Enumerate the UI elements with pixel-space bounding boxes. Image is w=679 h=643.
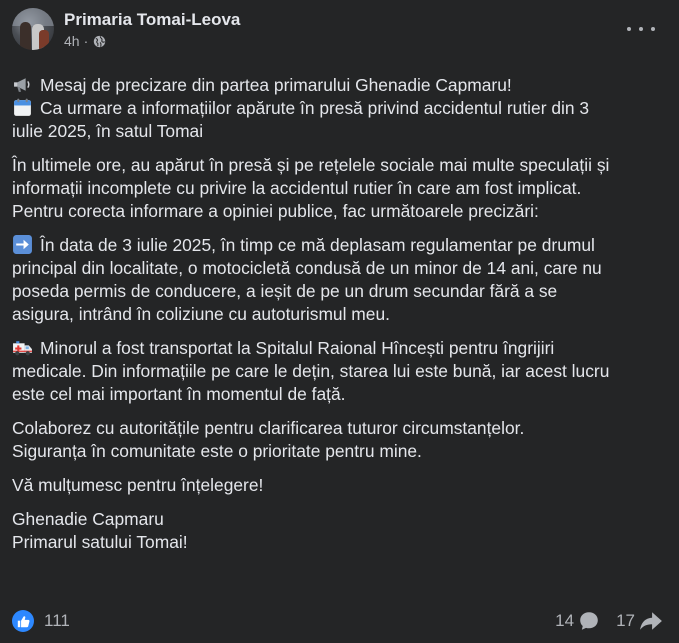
p2-line-4: asigura, intrând în coliziune cu autotur…: [12, 304, 390, 324]
signature-name: Ghenadie Capmaru: [12, 509, 164, 529]
engagement-stats: 14 17: [555, 610, 663, 632]
intro-line-1: Mesaj de precizare din partea primarului…: [40, 75, 512, 95]
comments-stat[interactable]: 14: [555, 610, 600, 632]
paragraph-signature: Ghenadie Capmaru Primarul satului Tomai!: [12, 508, 672, 554]
post-footer: 111 14 17: [12, 608, 663, 634]
separator: ·: [83, 33, 89, 49]
reaction-count[interactable]: 111: [44, 611, 70, 631]
p2-line-3: poseda permis de conducere, a ieșit de p…: [12, 281, 558, 301]
p1-line-2: informații incomplete cu privire la acci…: [12, 178, 582, 198]
p2-line-2: principal din localitate, o motocicletă …: [12, 258, 602, 278]
shares-stat[interactable]: 17: [616, 610, 663, 632]
intro-paragraph: Mesaj de precizare din partea primarului…: [12, 74, 672, 143]
paragraph-speculations: În ultimele ore, au apărut în presă și p…: [12, 154, 672, 223]
paragraph-accident: În data de 3 iulie 2025, în timp ce mă d…: [12, 234, 672, 326]
p4-line-2: Siguranța în comunitate este o prioritat…: [12, 441, 422, 461]
p3-line-2: medicale. Din informațiile pe care le de…: [12, 361, 610, 381]
p4-line-1: Colaborez cu autoritățile pentru clarifi…: [12, 418, 525, 438]
post-card: Primaria Tomai-Leova 4h · Mesaj de preci…: [0, 0, 679, 643]
paragraph-thanks: Vă mulțumesc pentru înțelegere!: [12, 474, 672, 497]
avatar[interactable]: [12, 8, 54, 50]
paragraph-minor: Minorul a fost transportat la Spitalul R…: [12, 337, 672, 406]
intro-line-2: Ca urmare a informațiilor apărute în pre…: [40, 98, 590, 118]
p5-line-1: Vă mulțumesc pentru înțelegere!: [12, 475, 264, 495]
ambulance-icon: [13, 341, 32, 356]
p3-line-1: Minorul a fost transportat la Spitalul R…: [40, 338, 555, 358]
paragraph-cooperation: Colaborez cu autoritățile pentru clarifi…: [12, 417, 672, 463]
post-time[interactable]: 4h: [64, 33, 80, 49]
p1-line-3: Pentru corecta informare a opiniei publi…: [12, 201, 539, 221]
comment-count[interactable]: 14: [555, 611, 574, 631]
intro-line-3: iulie 2025, în satul Tomai: [12, 121, 204, 141]
comment-icon[interactable]: [578, 610, 600, 632]
globe-icon[interactable]: [93, 35, 106, 48]
like-icon[interactable]: [12, 610, 34, 632]
page-name[interactable]: Primaria Tomai-Leova: [64, 9, 240, 30]
share-count[interactable]: 17: [616, 611, 635, 631]
right-arrow-icon: [13, 235, 32, 254]
more-options-icon[interactable]: [627, 22, 655, 36]
megaphone-icon: [14, 78, 30, 92]
p1-line-1: În ultimele ore, au apărut în presă și p…: [12, 155, 610, 175]
signature-title: Primarul satului Tomai!: [12, 532, 188, 552]
post-body: Mesaj de precizare din partea primarului…: [12, 74, 672, 565]
post-subline: 4h ·: [64, 33, 240, 49]
share-icon[interactable]: [639, 610, 663, 632]
post-meta: Primaria Tomai-Leova 4h ·: [64, 9, 240, 49]
calendar-icon: [14, 98, 31, 116]
p2-line-1: În data de 3 iulie 2025, în timp ce mă d…: [40, 235, 595, 255]
p3-line-3: este cel mai important în momentul de fa…: [12, 384, 346, 404]
post-header: Primaria Tomai-Leova 4h ·: [12, 8, 240, 50]
